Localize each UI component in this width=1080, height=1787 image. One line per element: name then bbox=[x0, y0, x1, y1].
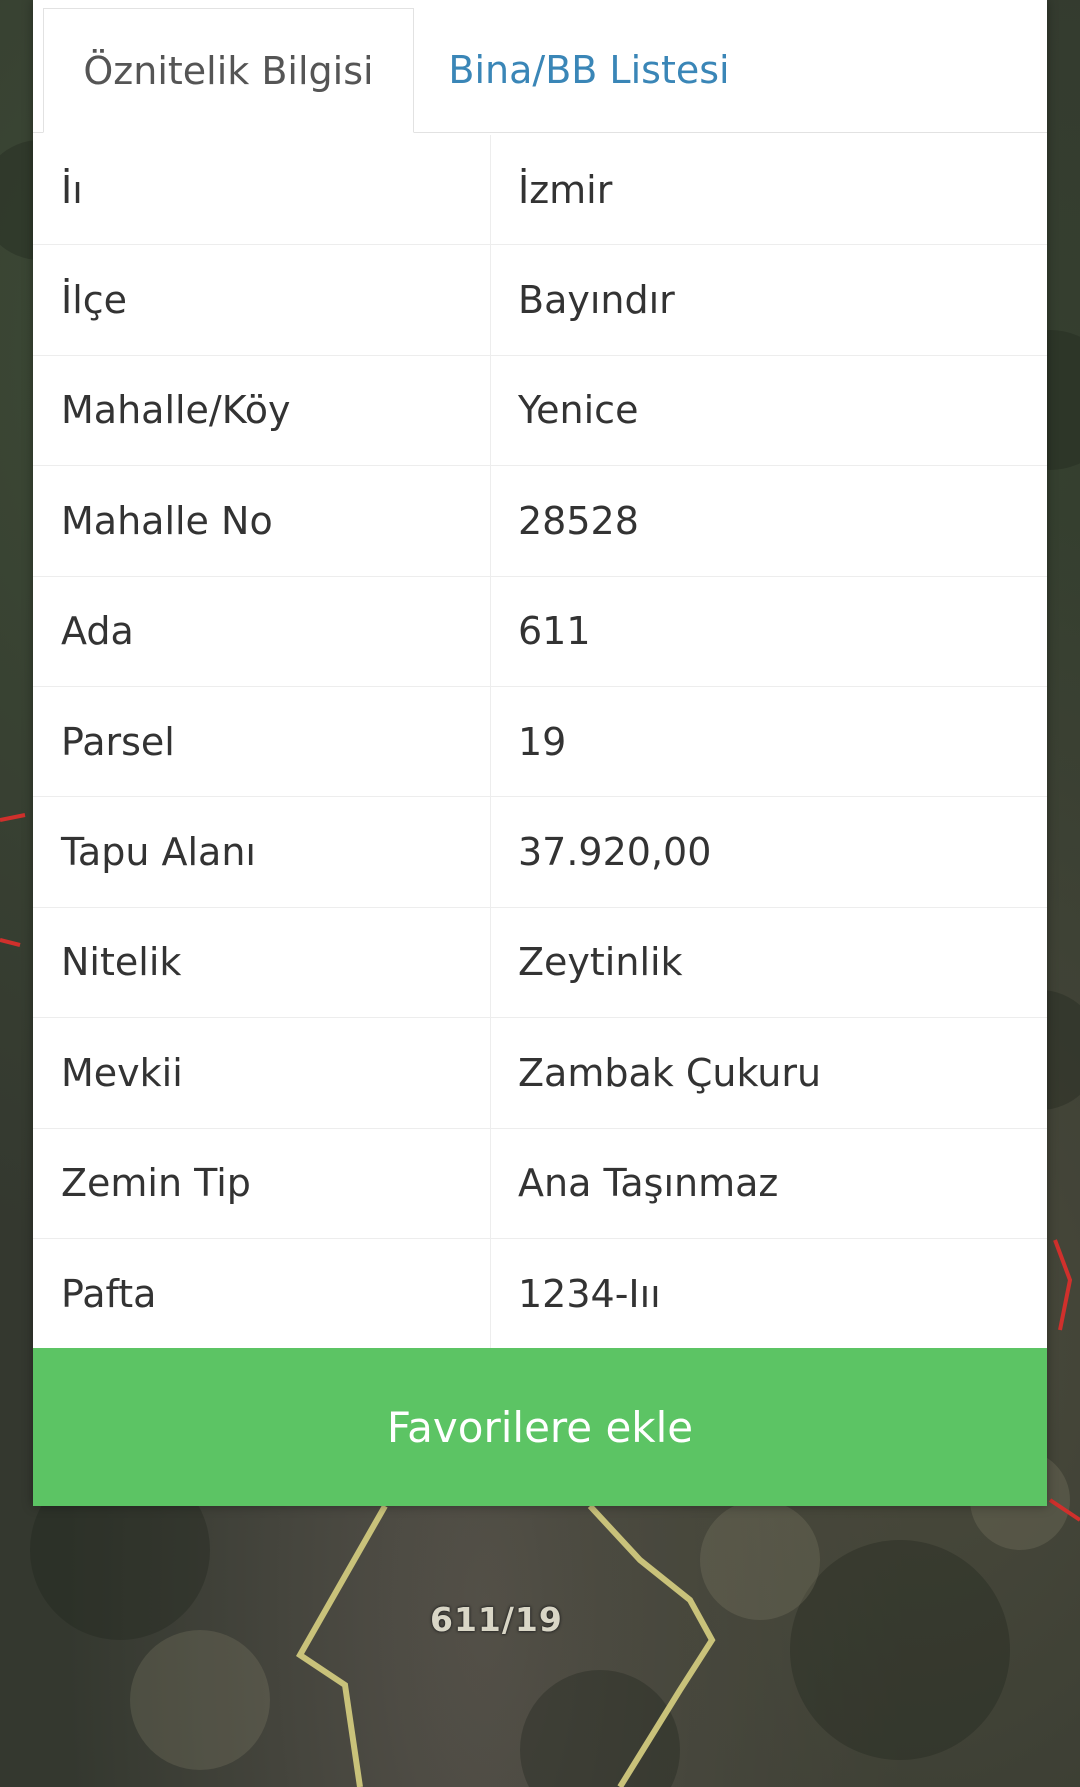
row-value: 611 bbox=[518, 609, 591, 654]
row-label: Mevkii bbox=[33, 1018, 491, 1128]
tab-building-list[interactable]: Bina/BB Listesi bbox=[414, 8, 764, 132]
row-value: Zambak Çukuru bbox=[518, 1050, 822, 1095]
table-row: İı İzmir bbox=[33, 135, 1047, 246]
table-row: Tapu Alanı 37.920,00 bbox=[33, 797, 1047, 908]
row-value: Bayındır bbox=[518, 278, 675, 323]
table-row: İlçe Bayındır bbox=[33, 245, 1047, 356]
table-row: Mevkii Zambak Çukuru bbox=[33, 1018, 1047, 1129]
row-label: Mahalle/Köy bbox=[33, 355, 491, 466]
row-value: Zeytinlik bbox=[518, 940, 683, 985]
table-row: Parsel 19 bbox=[33, 686, 1047, 798]
row-value: 1234-Iıı bbox=[518, 1272, 661, 1317]
table-row: Ada 611 bbox=[33, 576, 1047, 687]
row-value: 19 bbox=[518, 719, 567, 764]
table-row: Mahalle No 28528 bbox=[33, 466, 1047, 577]
row-label: Ada bbox=[33, 576, 491, 686]
row-label: Mahalle No bbox=[33, 466, 491, 576]
parcel-info-panel: Öznitelik Bilgisi Bina/BB Listesi İı İzm… bbox=[33, 0, 1047, 1506]
table-row: Mahalle/Köy Yenice bbox=[33, 355, 1047, 467]
row-label: Parsel bbox=[33, 686, 491, 797]
row-label: Pafta bbox=[33, 1238, 491, 1350]
row-value: 28528 bbox=[518, 498, 639, 543]
attribute-table: İı İzmir İlçe Bayındır Mahalle/Köy Yenic… bbox=[33, 135, 1047, 1350]
row-value: Ana Taşınmaz bbox=[518, 1161, 779, 1206]
parcel-label: 611/19 bbox=[430, 1600, 563, 1639]
row-label: İlçe bbox=[33, 245, 491, 355]
tab-attribute-info[interactable]: Öznitelik Bilgisi bbox=[43, 8, 414, 133]
row-label: Tapu Alanı bbox=[33, 797, 491, 907]
row-value: Yenice bbox=[518, 388, 639, 433]
row-value: 37.920,00 bbox=[518, 830, 712, 875]
row-label: İı bbox=[33, 135, 491, 245]
table-row: Nitelik Zeytinlik bbox=[33, 907, 1047, 1019]
add-to-favorites-button[interactable]: Favorilere ekle bbox=[33, 1348, 1047, 1506]
tab-bar: Öznitelik Bilgisi Bina/BB Listesi bbox=[33, 0, 1047, 133]
table-row: Pafta 1234-Iıı bbox=[33, 1238, 1047, 1350]
row-label: Zemin Tip bbox=[33, 1128, 491, 1238]
row-value: İzmir bbox=[518, 167, 613, 212]
table-row: Zemin Tip Ana Taşınmaz bbox=[33, 1128, 1047, 1239]
row-label: Nitelik bbox=[33, 907, 491, 1018]
